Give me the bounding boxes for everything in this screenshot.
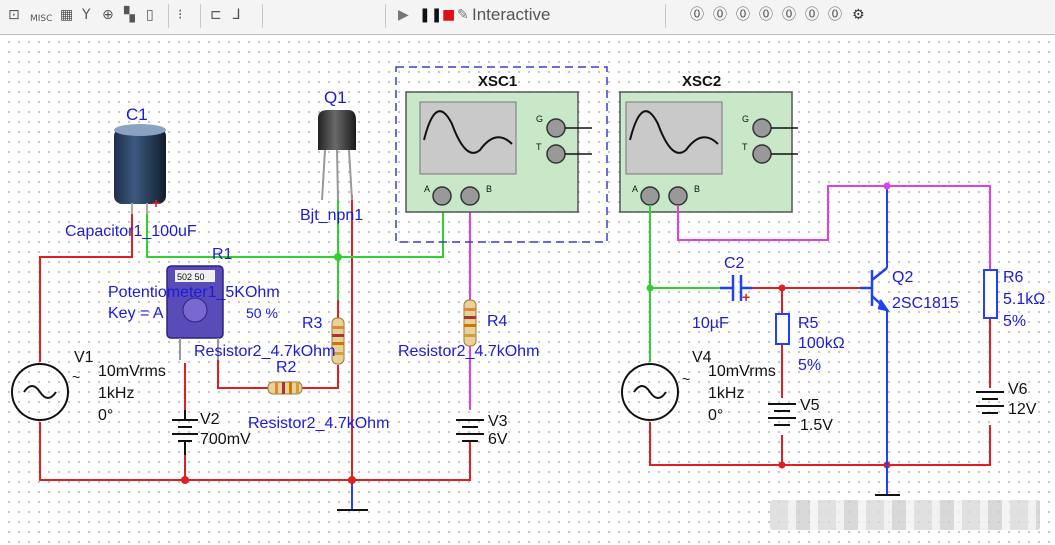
oscilloscope-xsc2[interactable] xyxy=(619,91,798,213)
xsc1-t: T xyxy=(536,142,542,152)
xsc2-b: B xyxy=(694,184,700,194)
resistor-r4[interactable] xyxy=(463,299,477,347)
right-green-wires xyxy=(649,205,720,362)
xsc1-ref: XSC1 xyxy=(478,73,517,90)
junction-dot xyxy=(334,253,342,261)
pot-percent: 50 % xyxy=(246,305,278,321)
v4-phase: 0° xyxy=(708,407,723,424)
ac-source-v1[interactable] xyxy=(11,363,69,421)
v2-value: 700mV xyxy=(200,431,251,448)
v6-ref: V6 xyxy=(1008,381,1028,398)
r5-ref: R5 xyxy=(798,315,819,332)
battery-v2[interactable] xyxy=(172,410,198,455)
c2-plus-icon: + xyxy=(742,289,750,305)
xsc2-t: T xyxy=(742,142,748,152)
r6-value: 5.1kΩ xyxy=(1003,291,1045,308)
schematic-drawing: + C1 Capacitor1_100uF Q1 Bjt_npn1 R1 502… xyxy=(11,66,1045,511)
oscilloscope-xsc1[interactable] xyxy=(405,91,592,213)
c1-label: Capacitor1_100uF xyxy=(65,223,197,240)
v5-ref: V5 xyxy=(800,397,820,414)
xsc2-a: A xyxy=(632,184,638,194)
transistor-q2[interactable] xyxy=(860,267,890,312)
c1-ref: C1 xyxy=(126,105,148,124)
v1-amp: 10mVrms xyxy=(98,363,166,380)
pot-body-text: 502 50 xyxy=(177,272,205,282)
battery-v6[interactable] xyxy=(976,391,1004,414)
r2-label: Resistor2_4.7kOhm xyxy=(248,415,389,432)
v4-freq: 1kHz xyxy=(708,385,744,402)
q1-ref: Q1 xyxy=(324,88,347,107)
pot-key: Key = A xyxy=(108,305,164,322)
c2-value: 10µF xyxy=(692,315,729,332)
v3-ref: V3 xyxy=(488,413,508,430)
pot-label: Potentiometer1_5KOhm xyxy=(108,284,280,301)
v1-freq: 1kHz xyxy=(98,385,134,402)
xsc1-a: A xyxy=(424,184,430,194)
transistor-q1[interactable] xyxy=(318,110,356,201)
svg-text:+: + xyxy=(152,195,160,211)
r4-label: Resistor2_4.7kOhm xyxy=(398,343,539,360)
xsc1-g: G xyxy=(536,114,543,124)
r3-label: Resistor2_4.7kOhm xyxy=(194,343,335,360)
xsc2-g: G xyxy=(742,114,749,124)
r4-ref: R4 xyxy=(487,313,508,330)
v2-ref: V2 xyxy=(200,411,220,428)
capacitor-c1[interactable]: + xyxy=(114,124,166,214)
q2-model: 2SC1815 xyxy=(892,295,959,312)
q1-label: Bjt_npn1 xyxy=(300,207,363,224)
battery-v3[interactable] xyxy=(456,419,484,442)
v1-phase: 0° xyxy=(98,407,113,424)
v5-value: 1.5V xyxy=(800,417,833,434)
junction-dots xyxy=(778,284,891,469)
v4-amp: 10mVrms xyxy=(708,363,776,380)
battery-v5[interactable] xyxy=(768,403,796,426)
r1-ref: R1 xyxy=(212,246,233,263)
r2-ref: R2 xyxy=(276,359,297,376)
r3-ref: R3 xyxy=(302,315,323,332)
junction-dot xyxy=(883,182,891,190)
r5-value: 100kΩ xyxy=(798,335,845,352)
r6-tol: 5% xyxy=(1003,313,1026,330)
resistor-r5[interactable] xyxy=(775,313,790,345)
resistor-r6[interactable] xyxy=(983,269,998,319)
xsc1-b: B xyxy=(486,184,492,194)
xsc2-ref: XSC2 xyxy=(682,73,721,90)
resistor-r2[interactable] xyxy=(267,381,303,395)
junction-dot xyxy=(646,284,654,292)
v6-value: 12V xyxy=(1008,401,1037,418)
c2-ref: C2 xyxy=(724,255,745,272)
ac-source-v4[interactable] xyxy=(621,363,679,421)
v3-value: 6V xyxy=(488,431,508,448)
r5-tol: 5% xyxy=(798,357,821,374)
r6-ref: R6 xyxy=(1003,269,1024,286)
q2-ref: Q2 xyxy=(892,269,913,286)
v1-tilde-icon: ~ xyxy=(72,369,80,385)
v1-ref: V1 xyxy=(74,349,94,366)
v4-tilde-icon: ~ xyxy=(682,371,690,387)
